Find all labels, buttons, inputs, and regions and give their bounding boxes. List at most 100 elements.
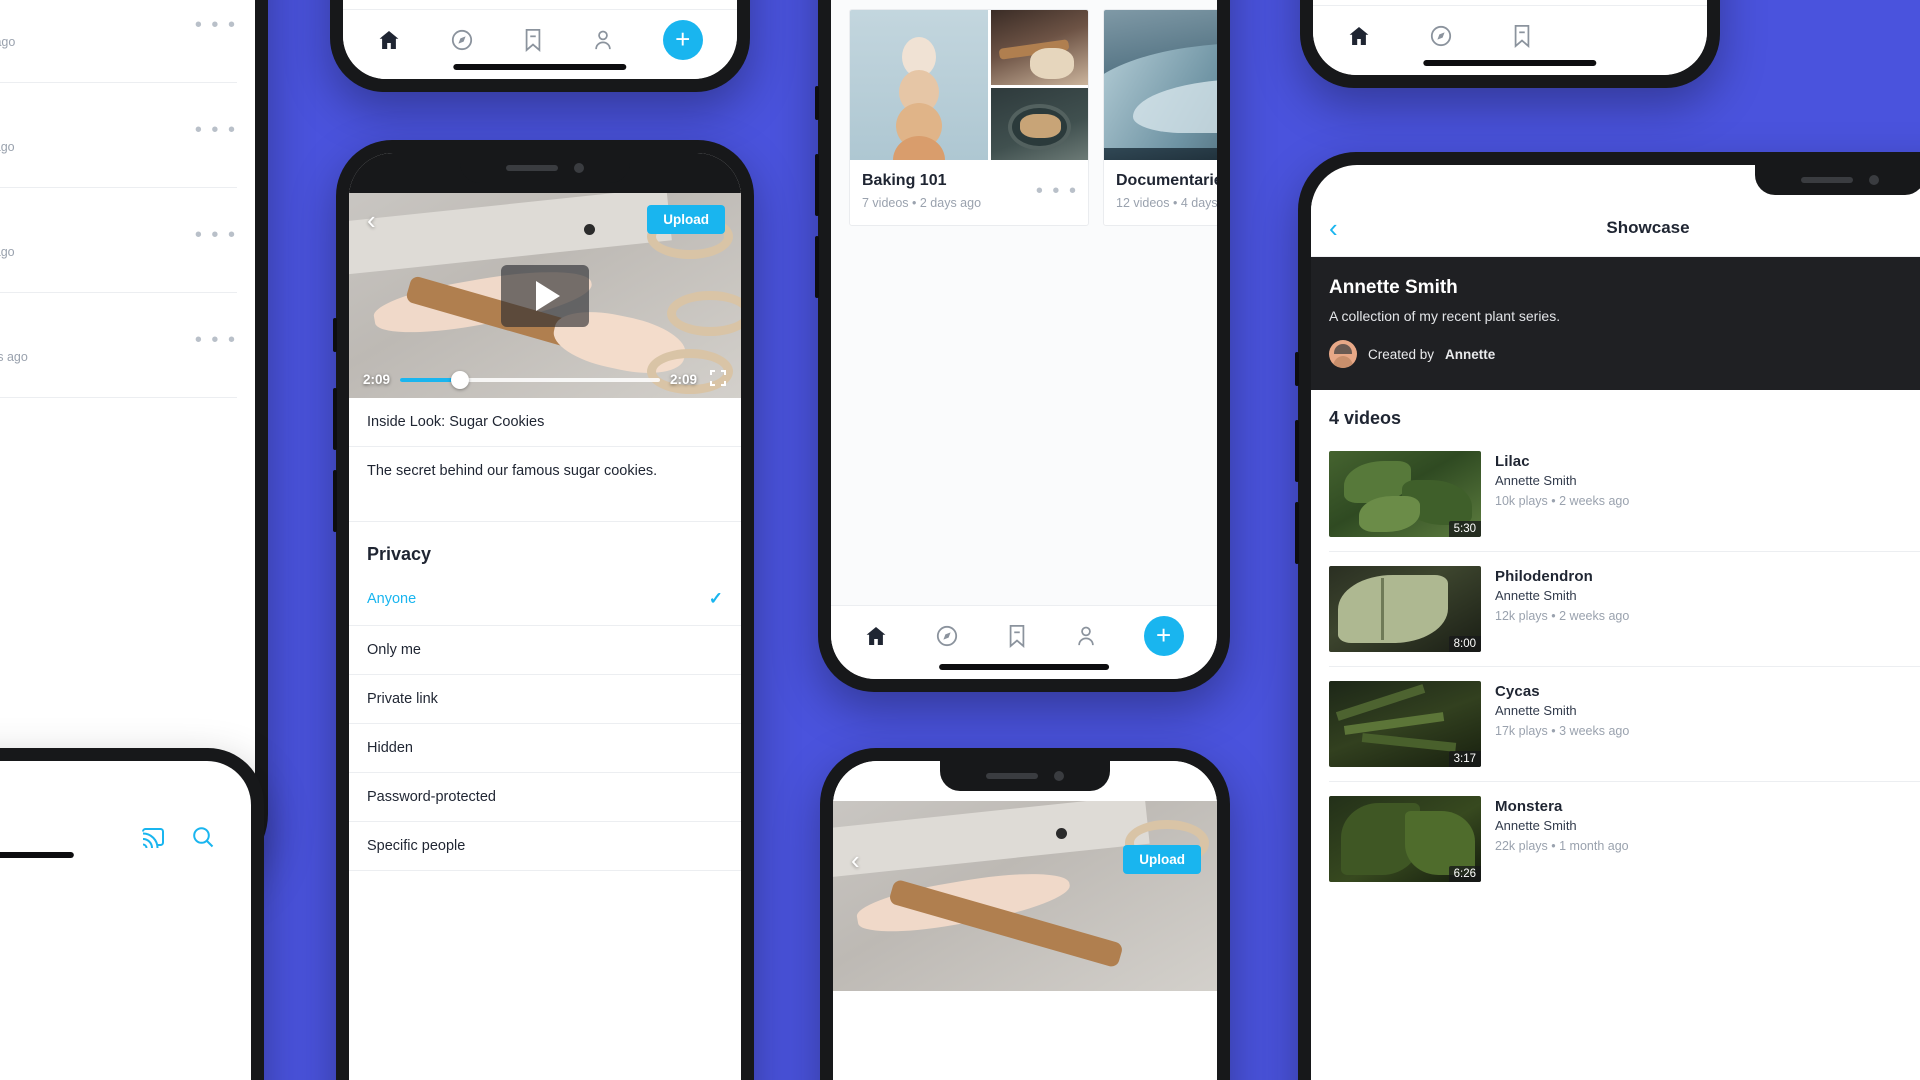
video-thumbnail[interactable]: 6:26	[1329, 796, 1481, 882]
privacy-option-hidden[interactable]: Hidden	[349, 724, 741, 773]
phone-side-button	[1295, 352, 1299, 386]
overflow-menu-icon[interactable]: • • •	[189, 202, 237, 245]
speaker-grill	[1801, 177, 1853, 183]
privacy-option-specific-people[interactable]: Specific people	[349, 822, 741, 871]
phone-showcase-detail: ‹ Showcase Annette Smith A collection of…	[1295, 152, 1920, 1080]
video-author: Will Clark	[0, 14, 189, 29]
duration-badge: 5:30	[1448, 521, 1481, 537]
showcase-thumbnail	[850, 10, 989, 160]
tab-explore[interactable]	[450, 28, 474, 52]
privacy-option-only-me[interactable]: Only me	[349, 626, 741, 675]
screen-top-nav-right	[1313, 0, 1707, 75]
showcase-owner-name: Annette Smith	[1329, 277, 1458, 298]
list-item[interactable]: 7:29 Berlin Will Clark 92k plays • 1 mon…	[0, 83, 237, 188]
video-count-label: 4 videos	[1329, 408, 1402, 428]
upload-button[interactable]: Upload	[1123, 845, 1201, 874]
showcase-description: A collection of my recent plant series.	[1329, 308, 1561, 324]
video-author: Annette Smith	[1495, 473, 1577, 488]
video-player[interactable]: ‹ Upload	[833, 801, 1217, 991]
video-meta: 17k plays • 3 weeks ago	[1495, 724, 1630, 738]
video-title: Paris	[0, 204, 189, 221]
avatar	[1329, 340, 1357, 368]
phone-player-bottom: ‹ Upload	[820, 748, 1230, 1080]
showcase-thumbnail-grid	[1104, 10, 1217, 160]
video-title: Prauge	[0, 0, 189, 11]
upload-button[interactable]: +	[1143, 615, 1184, 656]
video-thumbnail[interactable]: 5:30	[1329, 451, 1481, 537]
video-title: Lilac	[1495, 453, 1530, 470]
back-button[interactable]: ‹	[851, 847, 860, 873]
privacy-option-private-link[interactable]: Private link	[349, 675, 741, 724]
video-thumbnail[interactable]: 8:00	[1329, 566, 1481, 652]
tab-watch-later[interactable]	[522, 28, 544, 52]
video-meta: 22k plays • 1 month ago	[1495, 839, 1629, 853]
list-item[interactable]: 7:29 Prauge Will Clark 32k plays • 3 wee…	[0, 0, 237, 83]
upload-button[interactable]: Upload	[647, 205, 725, 234]
list-item[interactable]: 3:17 Cycas Annette Smith 17k plays • 3 w…	[1329, 667, 1920, 782]
list-item[interactable]: 8:00 Philodendron Annette Smith 12k play…	[1329, 552, 1920, 667]
showcase-title: Documentaries	[1116, 172, 1217, 189]
list-item[interactable]: 6:26 Monstera Annette Smith 22k plays • …	[1329, 782, 1920, 896]
tab-profile[interactable]	[1075, 624, 1097, 648]
phone-side-button	[333, 470, 337, 532]
tab-profile[interactable]	[592, 28, 614, 52]
upload-button[interactable]: +	[662, 19, 703, 60]
list-item-info: Monstera Annette Smith 22k plays • 1 mon…	[1481, 796, 1920, 853]
list-item-info: Philodendron Annette Smith 12k plays • 2…	[1481, 566, 1920, 623]
search-icon[interactable]	[191, 825, 215, 854]
expand-icon[interactable]	[709, 369, 727, 390]
video-thumbnail[interactable]: 3:17	[1329, 681, 1481, 767]
back-button[interactable]: ‹	[367, 207, 376, 233]
tab-explore[interactable]	[1429, 24, 1453, 48]
privacy-option-label: Only me	[367, 642, 421, 658]
list-item[interactable]: 7:29 Paris Will Clark 90k plays • 1 mont…	[0, 188, 237, 293]
privacy-option-anyone[interactable]: Anyone ✓	[349, 573, 741, 626]
video-frame	[833, 801, 1217, 991]
video-meta: 90k plays • 1 month ago	[0, 245, 15, 259]
section-header-showcases: Showcases View all ›	[831, 0, 1217, 9]
overflow-menu-icon[interactable]: • • •	[1036, 181, 1078, 201]
showcase-card[interactable]: Documentaries 12 videos • 4 days ago	[1103, 9, 1217, 226]
tab-home[interactable]	[377, 28, 401, 52]
list-item[interactable]: 5:30 Lilac Annette Smith 10k plays • 2 w…	[1329, 437, 1920, 552]
cast-icon[interactable]	[141, 826, 165, 853]
phone-side-button	[815, 86, 819, 120]
overflow-menu-icon[interactable]: • • •	[189, 97, 237, 140]
play-icon	[535, 280, 560, 311]
showcase-card-body: Baking 101 7 videos • 2 days ago • • •	[850, 160, 1088, 225]
duration-badge: 3:17	[1448, 751, 1481, 767]
tab-watch-later[interactable]	[1006, 624, 1028, 648]
home-indicator	[939, 664, 1109, 670]
tab-home[interactable]	[1347, 24, 1371, 48]
phone-side-button	[333, 388, 337, 450]
progress-knob[interactable]	[450, 370, 469, 389]
phone-side-button	[1295, 502, 1299, 564]
home-indicator	[453, 64, 627, 70]
tab-explore[interactable]	[935, 624, 959, 648]
showcase-thumbnail	[991, 85, 1088, 160]
privacy-option-label: Specific people	[367, 838, 466, 854]
list-item[interactable]: 7:29 Budapest Will Clark 102k plays • 2 …	[0, 293, 237, 398]
video-player[interactable]: ‹ Upload 2:09 2:09	[349, 193, 741, 398]
play-button[interactable]	[501, 264, 589, 327]
privacy-option-password-protected[interactable]: Password-protected	[349, 773, 741, 822]
video-author: Will Clark	[0, 119, 189, 134]
current-time: 2:09	[363, 372, 391, 387]
overflow-menu-icon[interactable]: • • •	[189, 307, 237, 350]
overflow-menu-icon[interactable]: • • •	[189, 0, 237, 35]
phone-showcase-bottom-left: Showcase	[0, 748, 264, 1080]
showcase-creator[interactable]: Created by Annette	[1329, 340, 1920, 368]
screen-videos-left: 7:29 Amsterdam Will Clark 12k plays • 2 …	[0, 0, 255, 867]
tab-watch-later[interactable]	[1511, 24, 1533, 48]
video-meta: 32k plays • 3 weeks ago	[0, 35, 16, 49]
created-by-name: Annette	[1445, 346, 1496, 362]
list-item-info: Lilac Annette Smith 10k plays • 2 weeks …	[1481, 451, 1920, 508]
list-item-info: Budapest Will Clark 102k plays • 2 month…	[0, 307, 189, 364]
tab-home[interactable]	[864, 624, 888, 648]
progress-slider[interactable]	[400, 370, 660, 389]
showcase-card[interactable]: Baking 101 7 videos • 2 days ago • • •	[849, 9, 1089, 226]
speaker-grill	[506, 165, 558, 171]
showcases-carousel[interactable]: Baking 101 7 videos • 2 days ago • • • D…	[831, 9, 1217, 232]
privacy-option-label: Private link	[367, 691, 438, 707]
phone-player: ‹ Upload 2:09 2:09 Inside Look: Sugar Co…	[333, 140, 754, 1080]
